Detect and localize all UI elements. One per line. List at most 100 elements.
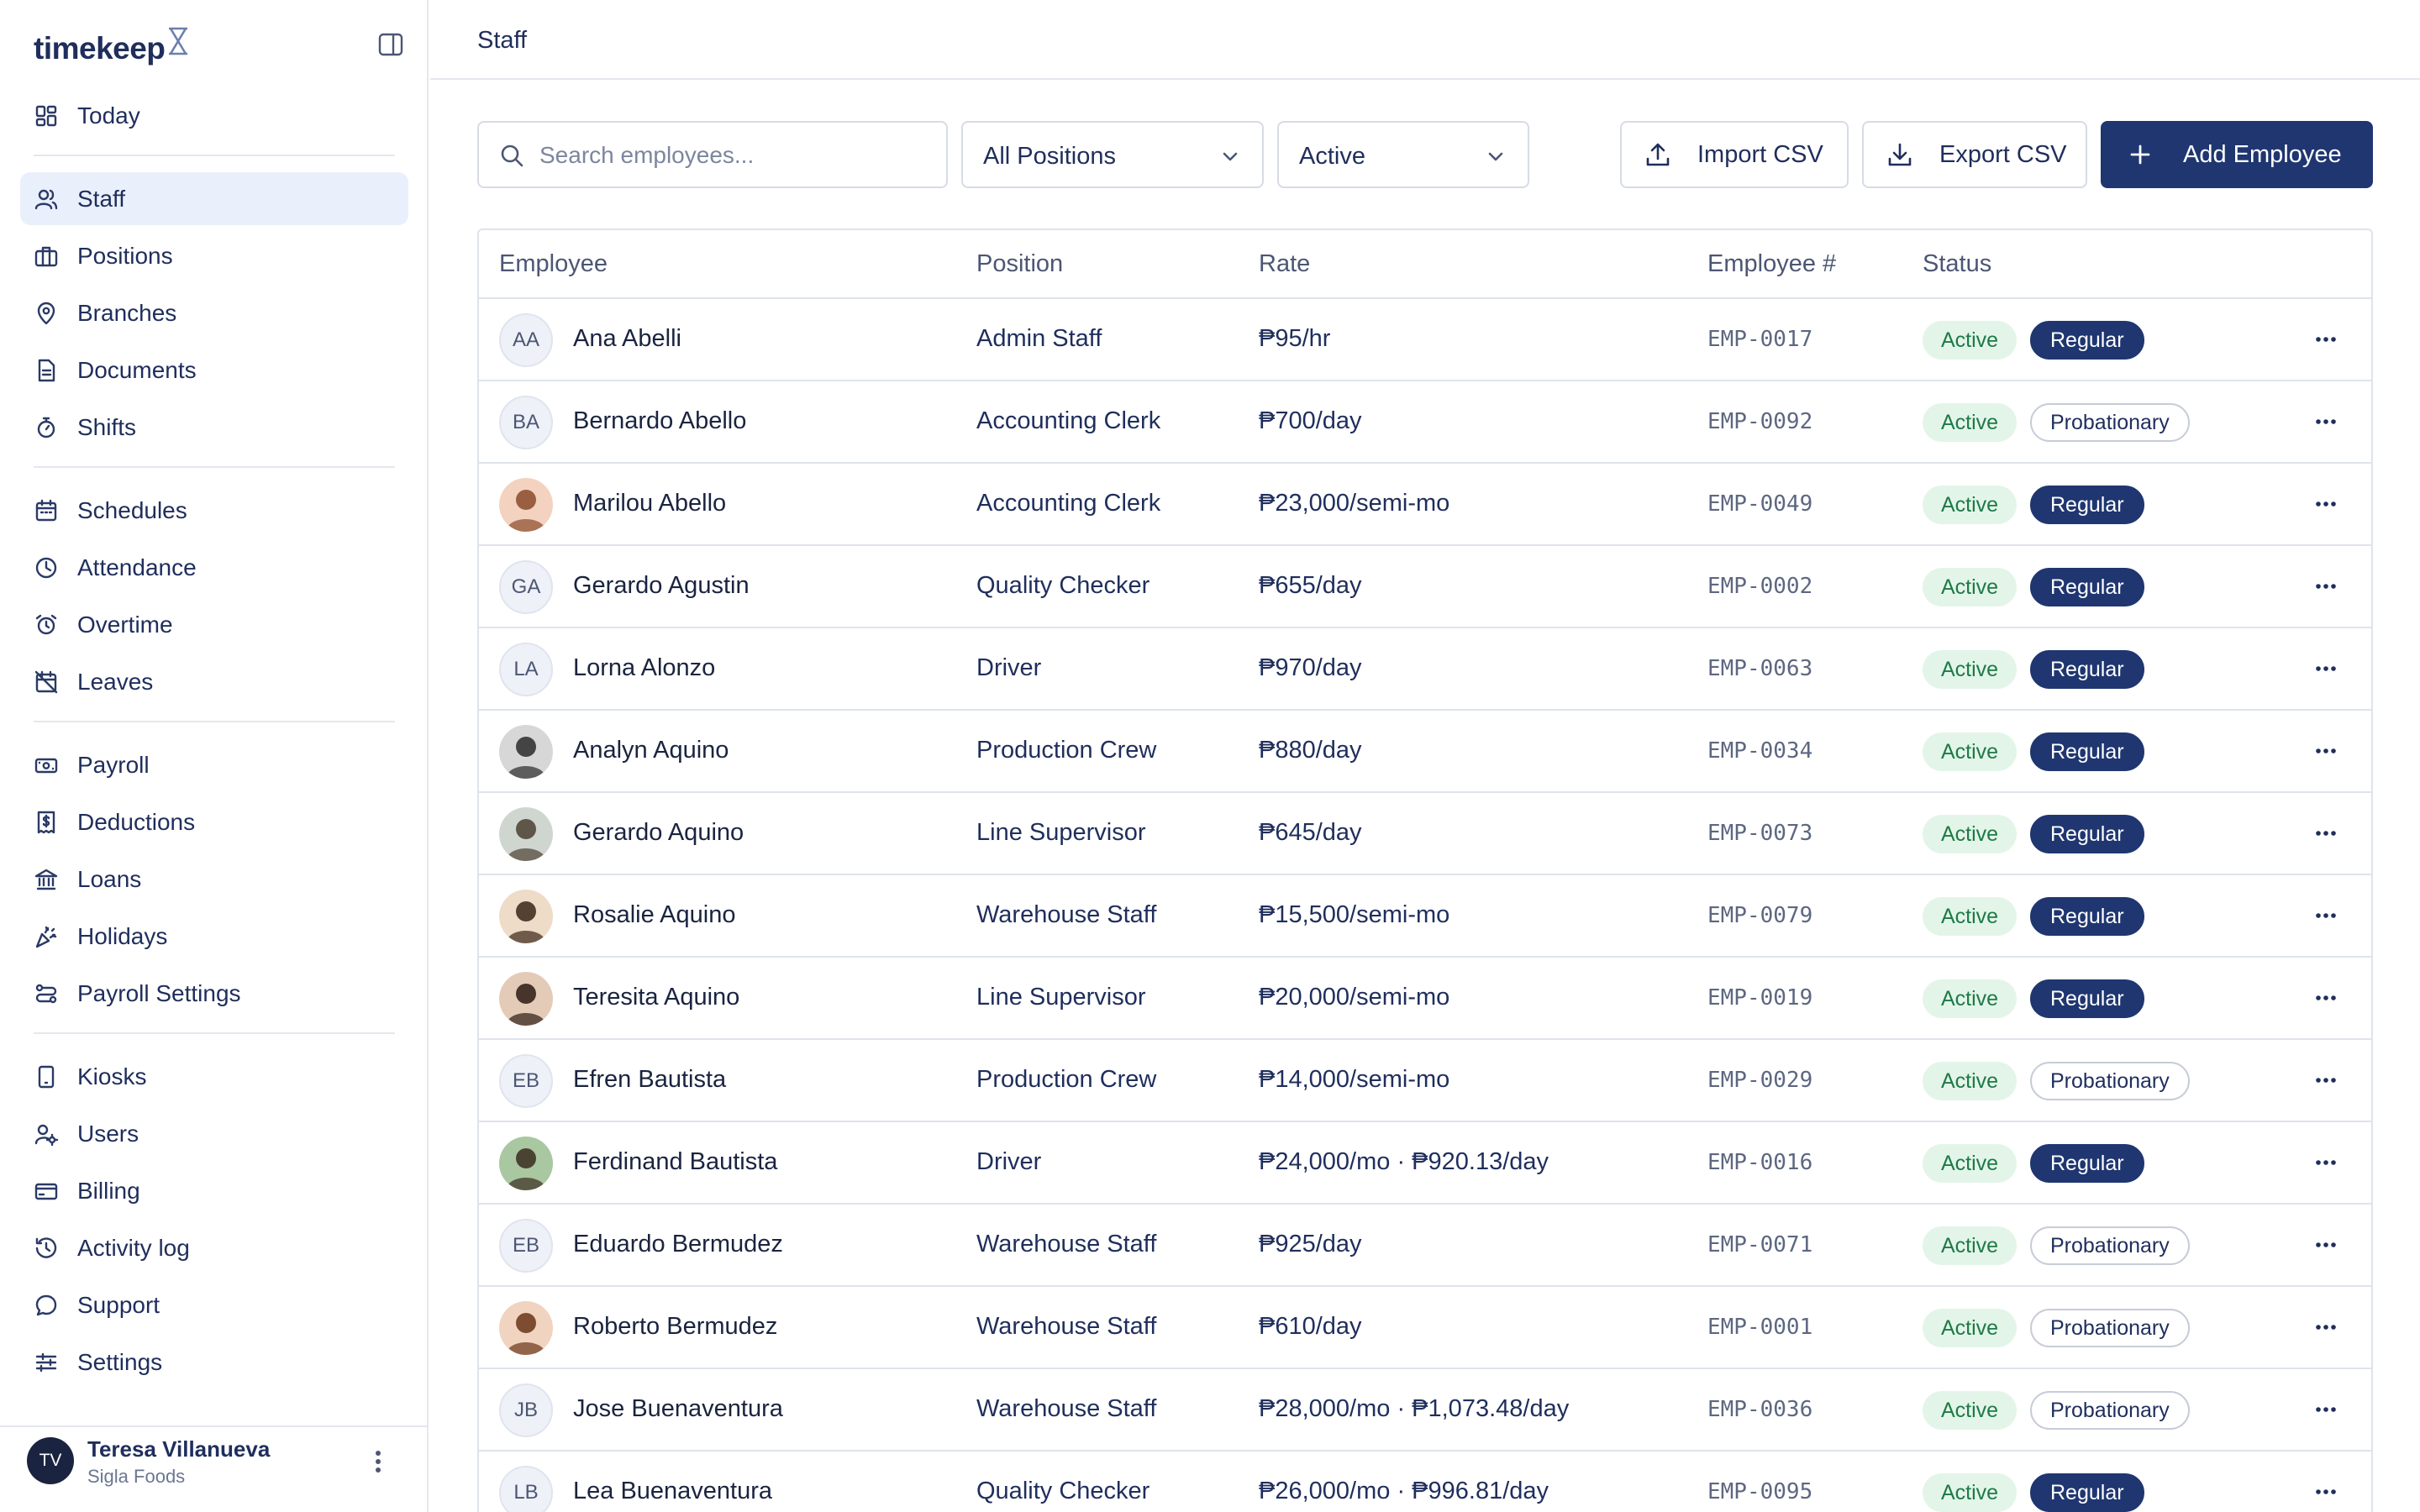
column-header-employee[interactable]: Employee	[499, 250, 608, 278]
table-row[interactable]: LB Lea Buenaventura Quality Checker ₱26,000…	[479, 1452, 2371, 1512]
more-options-icon[interactable]	[2311, 1147, 2341, 1178]
sidebar-item-positions[interactable]: Positions	[20, 229, 408, 282]
table-row[interactable]: Ferdinand Bautista Driver ₱24,000/mo · ₱92…	[479, 1122, 2371, 1205]
sidebar-item-activity-log[interactable]: Activity log	[20, 1221, 408, 1274]
employee-avatar	[499, 890, 553, 943]
status-badge: Active	[1923, 1391, 2018, 1430]
sidebar-toggle-icon[interactable]	[378, 32, 408, 62]
status-badge: Active	[1923, 1309, 2018, 1347]
sidebar-item-payroll-settings[interactable]: Payroll Settings	[20, 967, 408, 1020]
table-row[interactable]: AA Ana Abelli Admin Staff ₱95/hr EMP-0017 Act…	[479, 299, 2371, 381]
employee-rate: ₱925/day	[1259, 1231, 1362, 1257]
table-row[interactable]: Analyn Aquino Production Crew ₱880/day EMP-…	[479, 711, 2371, 793]
export-csv-button[interactable]: Export CSV	[1862, 121, 2087, 188]
sidebar-item-attendance[interactable]: Attendance	[20, 541, 408, 594]
search-box[interactable]	[477, 121, 948, 188]
more-options-icon[interactable]	[2311, 1312, 2341, 1342]
search-input[interactable]	[539, 136, 934, 175]
employee-name[interactable]: Lea Buenaventura	[573, 1478, 772, 1505]
column-header-status[interactable]: Status	[1923, 250, 1991, 278]
table-row[interactable]: Rosalie Aquino Warehouse Staff ₱15,500/sem…	[479, 875, 2371, 958]
position-filter-select[interactable]: All Positions	[961, 121, 1264, 188]
more-options-icon[interactable]	[2311, 1477, 2341, 1507]
sidebar-item-documents[interactable]: Documents	[20, 344, 408, 396]
table-row[interactable]: Teresita Aquino Line Supervisor ₱20,000/se…	[479, 958, 2371, 1040]
table-row[interactable]: Marilou Abello Accounting Clerk ₱23,000/se…	[479, 464, 2371, 546]
sidebar-item-schedules[interactable]: Schedules	[20, 484, 408, 537]
more-options-icon[interactable]	[2311, 818, 2341, 848]
more-options-icon[interactable]	[2311, 407, 2341, 437]
sidebar-item-billing[interactable]: Billing	[20, 1164, 408, 1217]
more-options-icon[interactable]	[2311, 324, 2341, 354]
more-options-icon[interactable]	[2311, 1394, 2341, 1425]
employee-rate: ₱24,000/mo · ₱920.13/day	[1259, 1148, 1549, 1175]
sidebar-item-staff[interactable]: Staff	[20, 172, 408, 225]
more-options-icon[interactable]	[2311, 1065, 2341, 1095]
sidebar-item-branches[interactable]: Branches	[20, 286, 408, 339]
table-row[interactable]: LA Lorna Alonzo Driver ₱970/day EMP-0063 Acti…	[479, 628, 2371, 711]
more-options-icon[interactable]	[2311, 489, 2341, 519]
import-csv-button[interactable]: Import CSV	[1620, 121, 1849, 188]
employee-avatar	[499, 972, 553, 1026]
table-row[interactable]: Roberto Bermudez Warehouse Staff ₱610/day E…	[479, 1287, 2371, 1369]
table-row[interactable]: Gerardo Aquino Line Supervisor ₱645/day EMP…	[479, 793, 2371, 875]
employee-name[interactable]: Bernardo Abello	[573, 407, 746, 435]
sidebar-item-support[interactable]: Support	[20, 1278, 408, 1331]
employee-name[interactable]: Ana Abelli	[573, 325, 681, 353]
employee-name[interactable]: Marilou Abello	[573, 490, 726, 517]
employee-name[interactable]: Lorna Alonzo	[573, 654, 715, 682]
employee-avatar	[499, 478, 553, 532]
kebab-menu-icon[interactable]	[366, 1446, 390, 1477]
employee-name[interactable]: Jose Buenaventura	[573, 1395, 783, 1423]
employee-position: Production Crew	[976, 1066, 1157, 1093]
table-row[interactable]: GA Gerardo Agustin Quality Checker ₱655/day…	[479, 546, 2371, 628]
sidebar-item-payroll[interactable]: Payroll	[20, 738, 408, 791]
user-avatar[interactable]: TV	[27, 1437, 74, 1484]
table-row[interactable]: EB Efren Bautista Production Crew ₱14,000/s…	[479, 1040, 2371, 1122]
table-row[interactable]: BA Bernardo Abello Accounting Clerk ₱700/da…	[479, 381, 2371, 464]
employee-name[interactable]: Gerardo Agustin	[573, 572, 750, 600]
route-settings-icon	[34, 981, 59, 1006]
sidebar-item-label: Users	[77, 1120, 139, 1147]
sidebar-item-overtime[interactable]: Overtime	[20, 598, 408, 651]
employee-name[interactable]: Ferdinand Bautista	[573, 1148, 777, 1176]
column-header-position[interactable]: Position	[976, 250, 1063, 278]
employee-rate: ₱95/hr	[1259, 325, 1331, 352]
sidebar-item-shifts[interactable]: Shifts	[20, 401, 408, 454]
more-options-icon[interactable]	[2311, 736, 2341, 766]
sidebar-item-loans[interactable]: Loans	[20, 853, 408, 906]
status-filter-select[interactable]: Active	[1277, 121, 1529, 188]
employee-rate: ₱655/day	[1259, 572, 1362, 599]
column-header-employee-number[interactable]: Employee #	[1707, 250, 1836, 278]
column-header-rate[interactable]: Rate	[1259, 250, 1310, 278]
more-options-icon[interactable]	[2311, 571, 2341, 601]
employee-rate: ₱23,000/semi-mo	[1259, 490, 1450, 517]
employee-name[interactable]: Efren Bautista	[573, 1066, 726, 1094]
sidebar-item-today[interactable]: Today	[20, 89, 408, 142]
add-employee-button[interactable]: Add Employee	[2101, 121, 2373, 188]
employee-name[interactable]: Teresita Aquino	[573, 984, 739, 1011]
employee-name[interactable]: Rosalie Aquino	[573, 901, 735, 929]
table-row[interactable]: JB Jose Buenaventura Warehouse Staff ₱28,00…	[479, 1369, 2371, 1452]
more-options-icon[interactable]	[2311, 1230, 2341, 1260]
sidebar-item-leaves[interactable]: Leaves	[20, 655, 408, 708]
more-options-icon[interactable]	[2311, 900, 2341, 931]
calendar-icon	[34, 498, 59, 523]
status-badge: Active	[1923, 1144, 2018, 1183]
sidebar-item-kiosks[interactable]: Kiosks	[20, 1050, 408, 1103]
employee-name[interactable]: Eduardo Bermudez	[573, 1231, 783, 1258]
sidebar-item-holidays[interactable]: Holidays	[20, 910, 408, 963]
employee-name[interactable]: Roberto Bermudez	[573, 1313, 777, 1341]
table-row[interactable]: EB Eduardo Bermudez Warehouse Staff ₱925/da…	[479, 1205, 2371, 1287]
more-options-icon[interactable]	[2311, 983, 2341, 1013]
sidebar-item-users[interactable]: Users	[20, 1107, 408, 1160]
more-options-icon[interactable]	[2311, 654, 2341, 684]
employee-name[interactable]: Analyn Aquino	[573, 737, 729, 764]
brand-logo[interactable]: timekeep	[34, 25, 190, 72]
sidebar-item-deductions[interactable]: Deductions	[20, 795, 408, 848]
sidebar-item-label: Overtime	[77, 611, 173, 638]
employee-name[interactable]: Gerardo Aquino	[573, 819, 744, 847]
employee-avatar	[499, 725, 553, 779]
employee-number: EMP-0071	[1707, 1232, 1813, 1257]
sidebar-item-settings[interactable]: Settings	[20, 1336, 408, 1389]
